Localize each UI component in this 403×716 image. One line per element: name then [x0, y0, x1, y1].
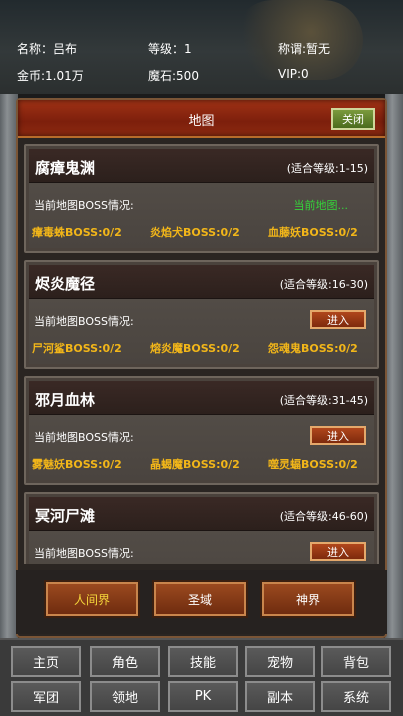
- player-level: 等级：1: [148, 42, 192, 56]
- map-name: 烬炎魔径: [35, 275, 96, 293]
- boss-count: 熔炎魔BOSS:0/2: [150, 342, 240, 355]
- player-magic-stone: 魔石:500: [148, 69, 199, 83]
- player-vip: VIP:0: [278, 67, 309, 81]
- map-name: 腐瘴鬼渊: [35, 159, 96, 177]
- map-list[interactable]: 腐瘴鬼渊 (适合等级:1-15) 当前地图BOSS情况: 当前地图... 瘴毒蛛…: [24, 144, 379, 564]
- nav-bag-button[interactable]: 背包: [321, 646, 391, 677]
- map-card: 腐瘴鬼渊 (适合等级:1-15) 当前地图BOSS情况: 当前地图... 瘴毒蛛…: [24, 144, 379, 253]
- boss-status-label: 当前地图BOSS情况:: [34, 199, 134, 212]
- realm-tab-human-world[interactable]: 人间界: [46, 582, 138, 616]
- boss-status-label: 当前地图BOSS情况:: [34, 547, 134, 560]
- enter-map-button[interactable]: 进入: [310, 542, 366, 561]
- realm-selector: 人间界 圣域 神界: [16, 570, 387, 634]
- nav-territory-button[interactable]: 领地: [90, 681, 160, 712]
- nav-character-button[interactable]: 角色: [90, 646, 160, 677]
- boss-count: 尸河鲨BOSS:0/2: [32, 342, 122, 355]
- realm-tab-divine-world[interactable]: 神界: [262, 582, 354, 616]
- map-panel-title: 地图: [188, 114, 215, 129]
- enter-map-button[interactable]: 进入: [310, 310, 366, 329]
- map-card: 烬炎魔径 (适合等级:16-30) 当前地图BOSS情况: 进入 尸河鲨BOSS…: [24, 260, 379, 369]
- nav-pk-button[interactable]: PK: [168, 681, 238, 712]
- realm-tab-holy-domain[interactable]: 圣域: [154, 582, 246, 616]
- close-button[interactable]: 关闭: [331, 108, 375, 130]
- player-gold: 金币:1.01万: [17, 69, 84, 83]
- map-level-range: (适合等级:16-30): [279, 278, 368, 291]
- current-map-indicator: 当前地图...: [293, 199, 349, 212]
- boss-status-label: 当前地图BOSS情况:: [34, 431, 134, 444]
- player-header: 名称：吕布 等级：1 称谓:暂无 金币:1.01万 魔石:500 VIP:0: [0, 0, 403, 94]
- boss-count: 炎焰犬BOSS:0/2: [150, 226, 240, 239]
- map-name: 冥河尸滩: [35, 507, 96, 525]
- nav-system-button[interactable]: 系统: [321, 681, 391, 712]
- nav-dungeon-button[interactable]: 副本: [245, 681, 315, 712]
- boss-count: 噬灵蝠BOSS:0/2: [268, 458, 358, 471]
- boss-count: 怨魂鬼BOSS:0/2: [268, 342, 358, 355]
- map-card: 冥河尸滩 (适合等级:46-60) 当前地图BOSS情况: 进入: [24, 492, 379, 564]
- nav-home-button[interactable]: 主页: [11, 646, 81, 677]
- player-name: 名称：吕布: [17, 42, 78, 56]
- map-name: 邪月血林: [35, 391, 96, 409]
- player-title: 称谓:暂无: [278, 42, 331, 56]
- boss-count: 晶蝎魔BOSS:0/2: [150, 458, 240, 471]
- bottom-nav: 主页 角色 技能 宠物 背包 军团 领地 PK 副本 系统: [0, 638, 403, 716]
- right-stone-border: [385, 94, 403, 638]
- boss-count: 瘴毒蛛BOSS:0/2: [32, 226, 122, 239]
- map-panel: 地图 关闭 腐瘴鬼渊 (适合等级:1-15) 当前地图BOSS情况: 当前地图.…: [16, 98, 387, 638]
- map-level-range: (适合等级:31-45): [279, 394, 368, 407]
- enter-map-button[interactable]: 进入: [310, 426, 366, 445]
- map-card: 邪月血林 (适合等级:31-45) 当前地图BOSS情况: 进入 雾魅妖BOSS…: [24, 376, 379, 485]
- map-panel-titlebar: 地图 关闭: [18, 100, 385, 138]
- boss-status-label: 当前地图BOSS情况:: [34, 315, 134, 328]
- map-level-range: (适合等级:46-60): [279, 510, 368, 523]
- nav-legion-button[interactable]: 军团: [11, 681, 81, 712]
- boss-count: 雾魅妖BOSS:0/2: [32, 458, 122, 471]
- nav-pets-button[interactable]: 宠物: [245, 646, 315, 677]
- map-level-range: (适合等级:1-15): [286, 162, 368, 175]
- boss-count: 血藤妖BOSS:0/2: [268, 226, 358, 239]
- nav-skills-button[interactable]: 技能: [168, 646, 238, 677]
